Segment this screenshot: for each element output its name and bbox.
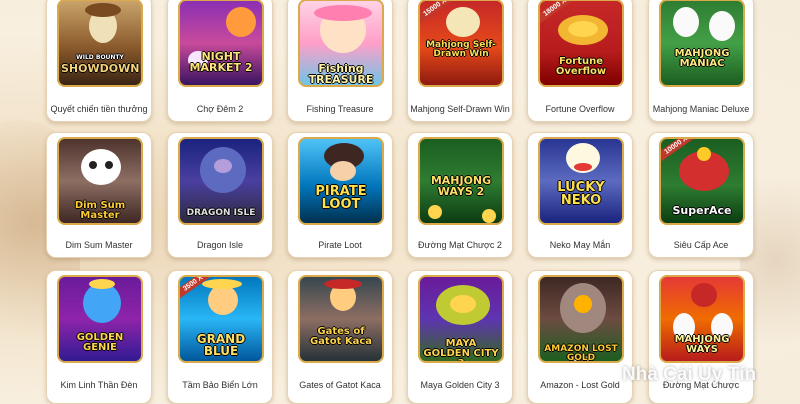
artwork-shape: [574, 295, 592, 313]
artwork-shape: [208, 285, 238, 315]
game-card[interactable]: Gates of Gatot Kaca Gates of Gatot Kaca: [287, 270, 393, 404]
game-card[interactable]: DRAGON ISLE Dragon Isle: [167, 132, 273, 258]
artwork-shape: [691, 283, 717, 307]
game-name: Tầm Bảo Biển Lớn: [182, 380, 258, 390]
game-card[interactable]: TOP 10 AMAZON LOST GOLD Amazon - Lost Gold: [527, 270, 633, 404]
genie-icon[interactable]: GOLDEN GENIE: [57, 275, 143, 363]
artwork-shape: [314, 5, 372, 21]
game-art-title: MAHJONG WAYS 2: [430, 174, 492, 198]
artwork-shape: [89, 279, 115, 289]
game-name: Siêu Cấp Ace: [673, 240, 729, 250]
game-card[interactable]: NIGHT MARKET 2 Chợ Đêm 2: [167, 0, 273, 122]
artwork-shape: [574, 163, 592, 171]
game-card[interactable]: Fortune Overflow 18000 X Fortune Overflow: [527, 0, 633, 122]
game-art-title: MAHJONG MANIAC: [674, 48, 730, 69]
artwork-shape: [81, 149, 121, 185]
gold-ingot-icon[interactable]: Fortune Overflow 18000 X: [538, 0, 624, 87]
game-name: Chợ Đêm 2: [196, 104, 244, 114]
game-name: Dim Sum Master: [65, 240, 133, 250]
artwork-shape: [214, 159, 232, 173]
artwork-shape: [330, 161, 356, 181]
artwork-shape: [202, 279, 242, 289]
game-card[interactable]: SuperAce 10000 X Siêu Cấp Ace: [648, 132, 754, 258]
mermaid-icon[interactable]: Fishing TREASURE: [298, 0, 384, 87]
warrior-hero-icon[interactable]: Gates of Gatot Kaca: [298, 275, 384, 363]
game-art-title: PIRATE LOOT: [315, 184, 367, 212]
cowgirl-gunslinger-icon[interactable]: WILD BOUNTY SHOWDOWN: [57, 0, 143, 87]
sea-warrior-icon[interactable]: GRAND BLUE 3500 X: [178, 275, 264, 363]
temple-icon[interactable]: TOP 10 AMAZON LOST GOLD: [538, 275, 624, 363]
game-art-title: Gates of Gatot Kaca: [309, 326, 373, 347]
game-art-title: SHOWDOWN: [61, 62, 140, 75]
game-name: Đường Mạt Chược 2: [418, 240, 502, 250]
dragon-icon[interactable]: DRAGON ISLE: [178, 137, 264, 225]
game-name: Amazon - Lost Gold: [540, 380, 620, 390]
game-art-subtitle: WILD BOUNTY: [76, 54, 124, 61]
game-art-title: Fishing TREASURE: [308, 62, 374, 86]
game-art-title: LUCKY NEKO: [557, 180, 605, 208]
game-card[interactable]: GOLDEN GENIE Kim Linh Thần Đèn: [46, 270, 152, 404]
artwork-shape: [324, 279, 362, 289]
lucky-cat-icon[interactable]: LUCKY NEKO: [538, 137, 624, 225]
game-name: Mahjong Maniac Deluxe: [652, 104, 750, 114]
game-card[interactable]: Fishing TREASURE Fishing Treasure: [287, 0, 393, 122]
game-art-title: DRAGON ISLE: [186, 208, 256, 218]
artwork-shape: [89, 161, 97, 169]
game-grid: WILD BOUNTY SHOWDOWN Quyết chiến tiền thưở…: [0, 0, 800, 404]
artwork-shape: [83, 283, 121, 323]
artwork-shape: [450, 295, 476, 313]
game-card[interactable]: Mahjong Self-Drawn Win 15000 X Mahjong Sel…: [407, 0, 513, 122]
artwork-shape: [568, 21, 598, 37]
game-name: Neko May Mắn: [549, 240, 611, 250]
game-card[interactable]: WILD BOUNTY SHOWDOWN Quyết chiến tiền thưở…: [46, 0, 152, 122]
game-name: Pirate Loot: [318, 240, 362, 250]
maya-mask-icon[interactable]: MAYA GOLDEN CITY 3: [418, 275, 504, 363]
game-card[interactable]: MAYA GOLDEN CITY 3 Maya Golden City 3: [407, 270, 513, 404]
game-art-title: Mahjong Self-Drawn Win: [426, 40, 496, 59]
game-art-title: Dim Sum Master: [74, 200, 126, 221]
artwork-shape: [697, 147, 711, 161]
artwork-shape: [673, 7, 699, 37]
game-art-title: Fortune Overflow: [555, 56, 607, 77]
artwork-shape: [85, 3, 121, 17]
artwork-shape: [226, 7, 256, 37]
panda-chef-icon[interactable]: Dim Sum Master: [57, 137, 143, 225]
watermark-text: Nhà Cái Uy Tín: [622, 364, 757, 385]
game-art-title: MAHJONG WAYS: [674, 334, 730, 355]
game-card[interactable]: MAHJONG MANIAC Mahjong Maniac Deluxe: [648, 0, 754, 122]
game-card[interactable]: PIRATE LOOT Pirate Loot: [287, 132, 393, 258]
night-market-icon[interactable]: NIGHT MARKET 2: [178, 0, 264, 87]
artwork-shape: [428, 205, 442, 219]
jester-hat-icon[interactable]: SuperAce 10000 X: [659, 137, 745, 225]
game-art-title: GOLDEN GENIE: [76, 332, 124, 353]
game-art-title: SuperAce: [672, 204, 732, 217]
game-art-title: MAYA GOLDEN CITY 3: [423, 338, 499, 362]
artwork-shape: [709, 11, 735, 41]
game-art-title: GRAND BLUE: [196, 332, 246, 358]
game-name: Mahjong Self-Drawn Win: [410, 104, 510, 114]
game-card[interactable]: MAHJONG WAYS 2 Đường Mạt Chược 2: [407, 132, 513, 258]
game-art-title: AMAZON LOST GOLD: [544, 344, 618, 363]
pirate-icon[interactable]: PIRATE LOOT: [298, 137, 384, 225]
artwork-shape: [105, 161, 113, 169]
mahjong-hu-icon[interactable]: MAHJONG WAYS: [659, 275, 745, 363]
game-art-title: NIGHT MARKET 2: [189, 50, 253, 74]
artwork-shape: [482, 209, 496, 223]
game-card[interactable]: LUCKY NEKO Neko May Mắn: [527, 132, 633, 258]
game-name: Maya Golden City 3: [420, 380, 500, 390]
game-name: Dragon Isle: [196, 240, 244, 250]
game-name: Gates of Gatot Kaca: [299, 380, 381, 390]
mahjong-tile-icon[interactable]: Mahjong Self-Drawn Win 15000 X: [418, 0, 504, 87]
mahjong-ways-icon[interactable]: MAHJONG WAYS 2: [418, 137, 504, 225]
artwork-shape: [446, 7, 480, 37]
game-card[interactable]: GRAND BLUE 3500 X Tầm Bảo Biển Lớn: [167, 270, 273, 404]
game-name: Fishing Treasure: [306, 104, 374, 114]
game-name: Quyết chiến tiền thưởng: [50, 104, 148, 114]
game-card[interactable]: Dim Sum Master Dim Sum Master: [46, 132, 152, 258]
game-name: Fortune Overflow: [545, 104, 615, 114]
game-name: Kim Linh Thần Đèn: [60, 380, 138, 390]
mahjong-tiles-icon[interactable]: MAHJONG MANIAC: [659, 0, 745, 87]
